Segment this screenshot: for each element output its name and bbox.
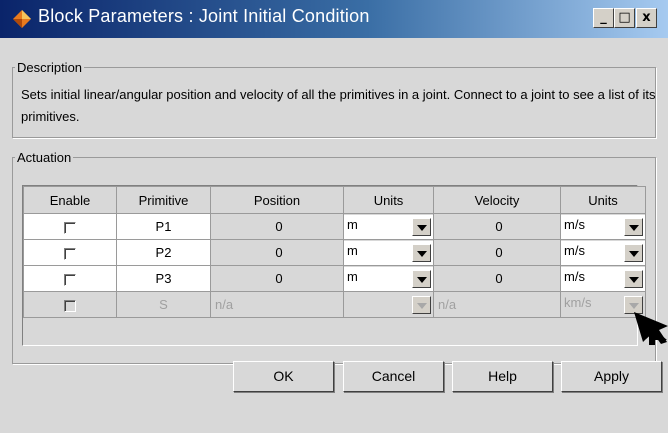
position-units-dropdown[interactable]: m [344,214,433,239]
actuation-legend: Actuation [17,150,72,165]
chevron-down-icon [412,295,431,314]
velocity-units-dropdown[interactable]: m/s [561,266,645,291]
column-header-enable[interactable]: Enable [23,186,117,214]
column-header-position[interactable]: Position [210,186,344,214]
simulink-block-icon [13,10,31,28]
primitive-cell: P1 [116,213,211,240]
primitive-cell: P2 [116,239,211,266]
enable-checkbox-p1[interactable] [64,221,76,234]
actuation-table: Enable Primitive Position Units Velocity… [23,186,646,318]
table-row-disabled: S n/a n/a km/s [23,291,646,318]
chevron-down-icon[interactable] [412,217,431,236]
chevron-down-icon[interactable] [624,217,643,236]
dialog-window: Block Parameters : Joint Initial Conditi… [0,0,668,433]
velocity-input-disabled: n/a [433,291,561,318]
cancel-button[interactable]: Cancel [343,361,444,392]
position-units-dropdown-disabled [344,292,433,317]
chevron-down-icon[interactable] [624,243,643,262]
enable-checkbox-p3[interactable] [64,273,76,286]
primitive-cell: S [116,291,211,318]
position-input-disabled: n/a [210,291,344,318]
help-button[interactable]: Help [452,361,553,392]
position-input[interactable]: 0 [210,265,344,292]
table-row: P1 0 m 0 m/s [23,213,646,240]
position-units-dropdown[interactable]: m [344,240,433,265]
column-header-primitive[interactable]: Primitive [116,186,211,214]
chevron-down-icon[interactable] [412,243,431,262]
position-input[interactable]: 0 [210,239,344,266]
table-row: P3 0 m 0 m/s [23,265,646,292]
table-header-row: Enable Primitive Position Units Velocity… [23,186,646,214]
description-text: Sets initial linear/angular position and… [21,87,656,124]
title-bar[interactable]: Block Parameters : Joint Initial Conditi… [0,0,668,38]
table-row: P2 0 m 0 m/s [23,239,646,266]
velocity-units-dropdown[interactable]: m/s [561,214,645,239]
arrow-pointer-icon [634,312,668,345]
column-header-velocity-units[interactable]: Units [560,186,646,214]
position-units-dropdown[interactable]: m [344,266,433,291]
window-title: Block Parameters : Joint Initial Conditi… [38,6,370,26]
close-button[interactable]: x [636,8,657,28]
apply-button[interactable]: Apply [561,361,662,392]
position-input[interactable]: 0 [210,213,344,240]
velocity-input[interactable]: 0 [433,265,561,292]
chevron-down-icon[interactable] [412,269,431,288]
column-header-velocity[interactable]: Velocity [433,186,561,214]
primitive-cell: P3 [116,265,211,292]
maximize-button[interactable]: □ [614,8,635,28]
chevron-down-icon[interactable] [624,269,643,288]
description-legend: Description [17,60,83,75]
velocity-input[interactable]: 0 [433,213,561,240]
enable-checkbox-p2[interactable] [64,247,76,260]
ok-button[interactable]: OK [233,361,334,392]
minimize-button[interactable]: _ [593,8,614,28]
enable-checkbox-s [64,299,76,312]
velocity-input[interactable]: 0 [433,239,561,266]
column-header-position-units[interactable]: Units [343,186,434,214]
velocity-units-dropdown[interactable]: m/s [561,240,645,265]
